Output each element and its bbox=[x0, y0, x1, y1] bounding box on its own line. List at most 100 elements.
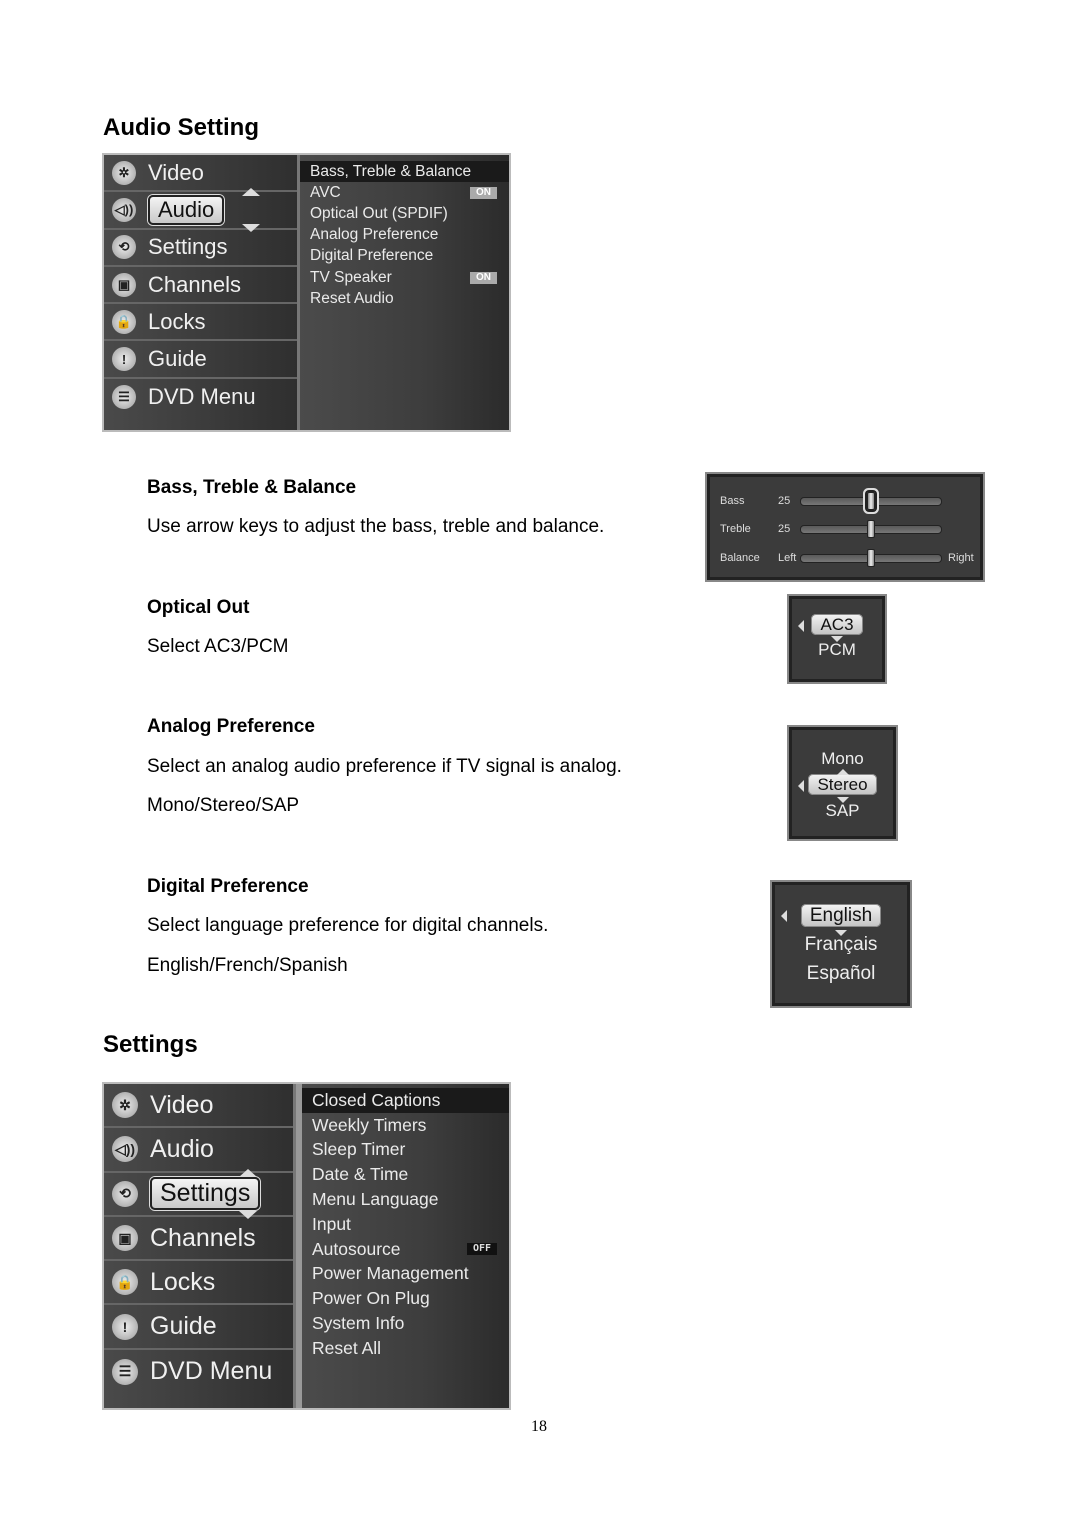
treble-slider[interactable] bbox=[800, 520, 942, 538]
menu-item-label: DVD Menu bbox=[150, 1357, 273, 1386]
subsection-heading-optical-out: Optical Out bbox=[147, 597, 250, 618]
submenu-item-tv-speaker[interactable]: TV Speaker ON bbox=[300, 267, 509, 288]
left-arrow-icon bbox=[798, 620, 804, 632]
left-arrow-icon bbox=[781, 910, 787, 922]
menu-item-settings[interactable]: ⟲ Settings bbox=[104, 230, 297, 267]
submenu-item-digital-preference[interactable]: Digital Preference bbox=[300, 246, 509, 267]
exclamation-icon: ! bbox=[112, 347, 136, 372]
option-1[interactable]: Stereo bbox=[792, 774, 893, 795]
menu-item-label: Settings bbox=[148, 234, 228, 260]
option-1[interactable]: PCM bbox=[792, 640, 882, 660]
exclamation-icon: ! bbox=[112, 1313, 138, 1340]
menu-item-label: Locks bbox=[148, 308, 206, 334]
menu-item-audio[interactable]: ◁)) Audio bbox=[104, 1128, 293, 1173]
submenu-item-label: Date & Time bbox=[312, 1164, 409, 1185]
menu-item-label: Guide bbox=[150, 1312, 217, 1341]
submenu-item-power-management[interactable]: Power Management bbox=[302, 1262, 509, 1287]
submenu-item-label: Optical Out (SPDIF) bbox=[310, 204, 448, 222]
option-label: Mono bbox=[821, 749, 864, 768]
lock-icon: 🔒 bbox=[112, 1269, 138, 1296]
menu-item-label: Video bbox=[150, 1090, 214, 1119]
submenu-item-bass-treble-balance[interactable]: Bass, Treble & Balance bbox=[300, 161, 509, 183]
subsection-text: English/French/Spanish bbox=[147, 955, 348, 976]
gear-icon: ✲ bbox=[112, 1092, 138, 1119]
menu-item-settings[interactable]: ⟲ Settings bbox=[104, 1168, 293, 1220]
subsection-text: Use arrow keys to adjust the bass, trebl… bbox=[147, 516, 605, 537]
submenu-item-optical-out-spdif[interactable]: Optical Out (SPDIF) bbox=[300, 203, 509, 224]
balance-slider-thumb[interactable] bbox=[867, 549, 875, 567]
menu-item-video[interactable]: ✲ Video bbox=[104, 155, 297, 193]
submenu-item-avc[interactable]: AVC ON bbox=[300, 182, 509, 203]
menu-item-guide[interactable]: ! Guide bbox=[104, 1305, 293, 1350]
menu-item-label: Audio bbox=[150, 1134, 214, 1163]
option-0[interactable]: English bbox=[775, 904, 907, 927]
bass-treble-balance-dialog: Bass 25 Treble 25 Balance Left Right bbox=[707, 474, 983, 580]
submenu-item-power-on-plug[interactable]: Power On Plug bbox=[302, 1286, 509, 1311]
treble-slider-thumb[interactable] bbox=[867, 520, 875, 538]
submenu-item-menu-language[interactable]: Menu Language bbox=[302, 1187, 509, 1212]
bass-slider[interactable] bbox=[800, 492, 942, 510]
subsection-text: Select an analog audio preference if TV … bbox=[147, 756, 622, 777]
option-label: SAP bbox=[825, 801, 860, 820]
option-0[interactable]: AC3 bbox=[792, 614, 882, 635]
menu-item-dvd-menu[interactable]: ☰ DVD Menu bbox=[104, 1350, 293, 1394]
menu-item-label: Video bbox=[148, 159, 204, 185]
menu-item-locks[interactable]: 🔒 Locks bbox=[104, 304, 297, 342]
speaker-icon: ◁)) bbox=[112, 1136, 138, 1163]
submenu-item-label: Autosource bbox=[312, 1238, 401, 1259]
submenu-item-reset-audio[interactable]: Reset Audio bbox=[300, 288, 509, 309]
balance-slider[interactable] bbox=[800, 549, 942, 567]
submenu-item-label: Power On Plug bbox=[312, 1288, 430, 1309]
subsection-heading-digital-preference: Digital Preference bbox=[147, 876, 309, 897]
submenu-item-label: System Info bbox=[312, 1313, 405, 1334]
tv-icon: ▣ bbox=[112, 272, 136, 297]
submenu-item-input[interactable]: Input bbox=[302, 1212, 509, 1237]
option-2[interactable]: SAP bbox=[792, 801, 893, 821]
submenu-item-label: Weekly Timers bbox=[312, 1114, 427, 1135]
menu-item-video[interactable]: ✲ Video bbox=[104, 1084, 293, 1129]
submenu-item-label: TV Speaker bbox=[310, 268, 392, 286]
lock-icon: 🔒 bbox=[112, 309, 136, 334]
bass-slider-thumb[interactable] bbox=[867, 492, 875, 510]
submenu-item-date-time[interactable]: Date & Time bbox=[302, 1162, 509, 1187]
menu-item-label: DVD Menu bbox=[148, 384, 256, 410]
menu-item-channels[interactable]: ▣ Channels bbox=[104, 1217, 293, 1262]
submenu-item-weekly-timers[interactable]: Weekly Timers bbox=[302, 1113, 509, 1138]
submenu-item-autosource[interactable]: Autosource OFF bbox=[302, 1237, 509, 1262]
analog-preference-selector: Mono Stereo SAP bbox=[789, 727, 896, 839]
option-label: Stereo bbox=[808, 774, 877, 795]
menu-item-label: Channels bbox=[150, 1223, 256, 1252]
submenu-item-analog-preference[interactable]: Analog Preference bbox=[300, 225, 509, 246]
submenu-item-label: Bass, Treble & Balance bbox=[310, 162, 472, 180]
option-label: PCM bbox=[818, 640, 856, 659]
optical-out-selector: AC3 PCM bbox=[789, 596, 885, 682]
menu-item-dvd-menu[interactable]: ☰ DVD Menu bbox=[104, 379, 297, 416]
option-2[interactable]: Español bbox=[775, 963, 907, 985]
menu-item-locks[interactable]: 🔒 Locks bbox=[104, 1261, 293, 1306]
subsection-text: Select language preference for digital c… bbox=[147, 915, 549, 936]
option-1[interactable]: Français bbox=[775, 934, 907, 956]
balance-label: Balance bbox=[720, 552, 760, 564]
submenu-item-label: Sleep Timer bbox=[312, 1139, 406, 1160]
submenu-item-system-info[interactable]: System Info bbox=[302, 1311, 509, 1336]
submenu-item-reset-all[interactable]: Reset All bbox=[302, 1336, 509, 1361]
digital-preference-selector: English Français Español bbox=[772, 882, 910, 1006]
submenu-item-label: Input bbox=[312, 1213, 351, 1234]
submenu-item-label: Digital Preference bbox=[310, 247, 434, 265]
submenu-item-label: AVC bbox=[310, 183, 341, 201]
submenu-item-sleep-timer[interactable]: Sleep Timer bbox=[302, 1138, 509, 1163]
balance-right-label: Right bbox=[948, 552, 974, 564]
menu-item-audio[interactable]: ◁)) Audio bbox=[104, 188, 297, 232]
menu-item-label: Channels bbox=[148, 271, 241, 297]
menu-item-channels[interactable]: ▣ Channels bbox=[104, 267, 297, 305]
sliders-icon: ☰ bbox=[112, 385, 136, 410]
sliders-icon: ☰ bbox=[112, 1358, 138, 1385]
menu-item-guide[interactable]: ! Guide bbox=[104, 341, 297, 379]
submenu-item-label: Menu Language bbox=[312, 1189, 439, 1210]
submenu-item-closed-captions[interactable]: Closed Captions bbox=[302, 1088, 509, 1113]
option-0[interactable]: Mono bbox=[792, 749, 893, 769]
subsection-text: Select AC3/PCM bbox=[147, 636, 289, 657]
section-title-audio-setting: Audio Setting bbox=[103, 114, 259, 141]
menu-item-label: Settings bbox=[150, 1177, 261, 1211]
main-menu-list: ✲ Video ◁)) Audio ⟲ Settings ▣ Channels 🔒 Locks! G… bbox=[104, 1084, 296, 1408]
